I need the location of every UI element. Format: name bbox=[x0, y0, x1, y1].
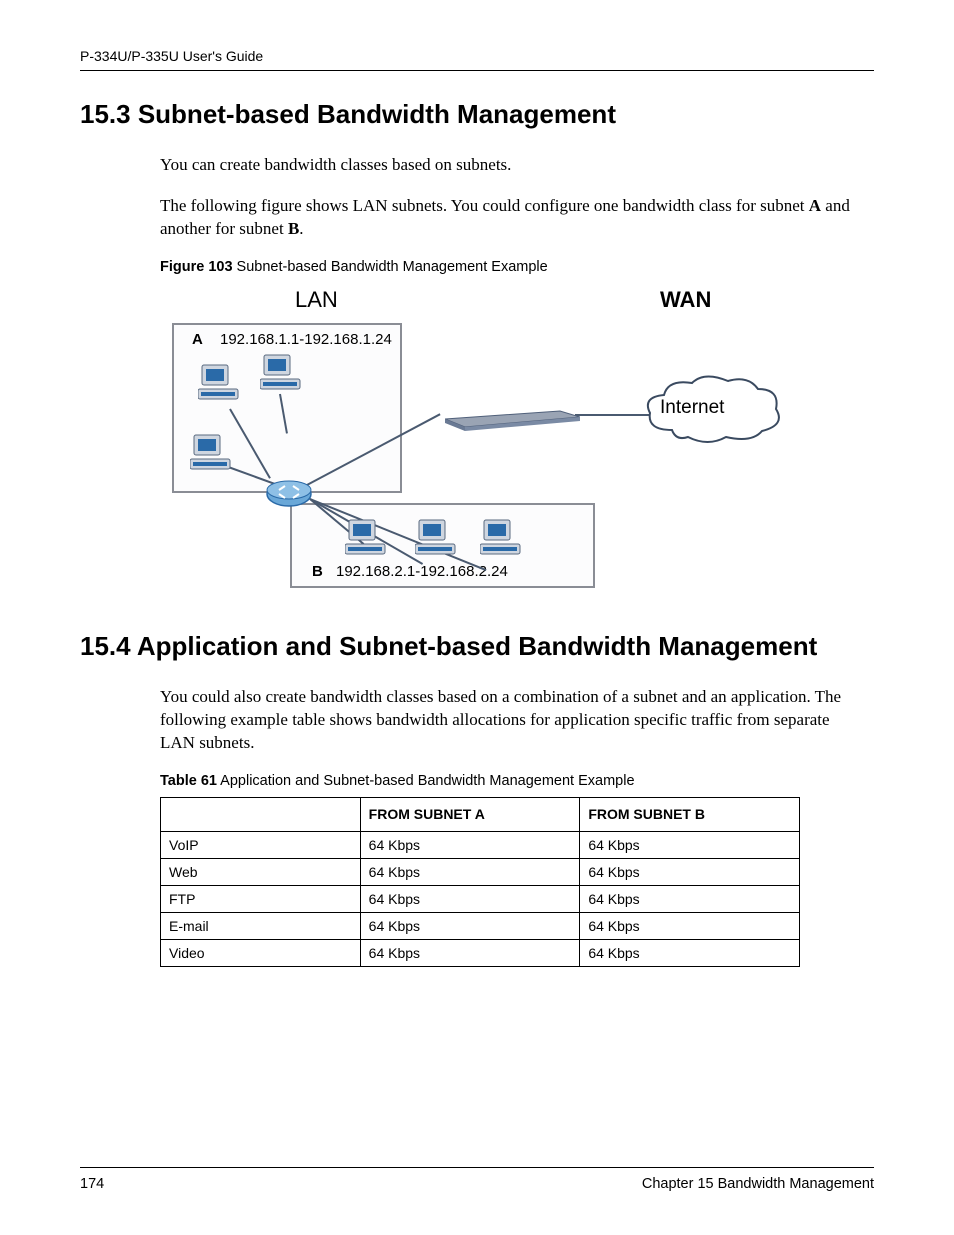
figure-title: Subnet-based Bandwidth Management Exampl… bbox=[233, 259, 548, 275]
table-cell: Video bbox=[161, 939, 361, 966]
table-cell: 64 Kbps bbox=[580, 831, 800, 858]
wire bbox=[575, 414, 650, 416]
pc-icon bbox=[345, 518, 387, 558]
table-cell: 64 Kbps bbox=[360, 858, 580, 885]
section-heading-15-3: 15.3 Subnet-based Bandwidth Management bbox=[80, 99, 874, 130]
table-title: Application and Subnet-based Bandwidth M… bbox=[217, 773, 635, 789]
table-row: VoIP 64 Kbps 64 Kbps bbox=[161, 831, 800, 858]
text: . bbox=[299, 219, 303, 238]
bold-a: A bbox=[809, 196, 821, 215]
table-row: Video 64 Kbps 64 Kbps bbox=[161, 939, 800, 966]
para-15-3-2: The following figure shows LAN subnets. … bbox=[160, 195, 864, 241]
lan-label: LAN bbox=[295, 287, 338, 313]
section-15-3-body: You can create bandwidth classes based o… bbox=[160, 154, 864, 603]
pc-icon bbox=[190, 433, 232, 473]
figure-number: Figure 103 bbox=[160, 259, 233, 275]
pc-icon bbox=[198, 363, 240, 403]
table-header-cell: FROM SUBNET B bbox=[580, 797, 800, 831]
modem-icon bbox=[445, 401, 580, 431]
subnet-b-letter: B bbox=[312, 563, 323, 580]
wan-label: WAN bbox=[660, 287, 711, 313]
pc-icon bbox=[260, 353, 302, 393]
page: P-334U/P-335U User's Guide 15.3 Subnet-b… bbox=[0, 0, 954, 1232]
table-cell: 64 Kbps bbox=[580, 885, 800, 912]
table-row: E-mail 64 Kbps 64 Kbps bbox=[161, 912, 800, 939]
subnet-a-ip-range: 192.168.1.1-192.168.1.24 bbox=[220, 331, 392, 348]
pc-icon bbox=[480, 518, 522, 558]
page-number: 174 bbox=[80, 1176, 104, 1192]
table-cell: 64 Kbps bbox=[360, 885, 580, 912]
page-footer: 174 Chapter 15 Bandwidth Management bbox=[80, 1167, 874, 1192]
internet-label: Internet bbox=[660, 397, 724, 419]
pc-icon bbox=[415, 518, 457, 558]
section-heading-15-4: 15.4 Application and Subnet-based Bandwi… bbox=[80, 631, 874, 662]
bold-b: B bbox=[288, 219, 299, 238]
table-cell: VoIP bbox=[161, 831, 361, 858]
table-cell: 64 Kbps bbox=[360, 831, 580, 858]
subnet-b-ip-range: 192.168.2.1-192.168.2.24 bbox=[336, 563, 508, 580]
text: The following figure shows LAN subnets. … bbox=[160, 196, 809, 215]
section-15-4-body: You could also create bandwidth classes … bbox=[160, 686, 864, 967]
table-row: Web 64 Kbps 64 Kbps bbox=[161, 858, 800, 885]
table-header-row: FROM SUBNET A FROM SUBNET B bbox=[161, 797, 800, 831]
table-cell: 64 Kbps bbox=[580, 912, 800, 939]
para-15-3-1: You can create bandwidth classes based o… bbox=[160, 154, 864, 177]
subnet-a-letter: A bbox=[192, 331, 203, 348]
table-61: FROM SUBNET A FROM SUBNET B VoIP 64 Kbps… bbox=[160, 797, 800, 967]
table-caption: Table 61 Application and Subnet-based Ba… bbox=[160, 773, 864, 789]
chapter-label: Chapter 15 Bandwidth Management bbox=[642, 1176, 874, 1192]
table-cell: 64 Kbps bbox=[580, 939, 800, 966]
table-cell: Web bbox=[161, 858, 361, 885]
figure-103: LAN WAN A 192.168.1.1-192.168.1.24 B 192… bbox=[160, 283, 795, 603]
table-header-cell: FROM SUBNET A bbox=[360, 797, 580, 831]
table-cell: 64 Kbps bbox=[360, 939, 580, 966]
table-cell: 64 Kbps bbox=[360, 912, 580, 939]
table-cell: FTP bbox=[161, 885, 361, 912]
table-row: FTP 64 Kbps 64 Kbps bbox=[161, 885, 800, 912]
table-header-cell bbox=[161, 797, 361, 831]
para-15-4-1: You could also create bandwidth classes … bbox=[160, 686, 864, 755]
running-header: P-334U/P-335U User's Guide bbox=[80, 48, 874, 71]
table-number: Table 61 bbox=[160, 773, 217, 789]
table-cell: E-mail bbox=[161, 912, 361, 939]
figure-caption: Figure 103 Subnet-based Bandwidth Manage… bbox=[160, 259, 864, 275]
table-cell: 64 Kbps bbox=[580, 858, 800, 885]
router-icon bbox=[265, 478, 313, 510]
